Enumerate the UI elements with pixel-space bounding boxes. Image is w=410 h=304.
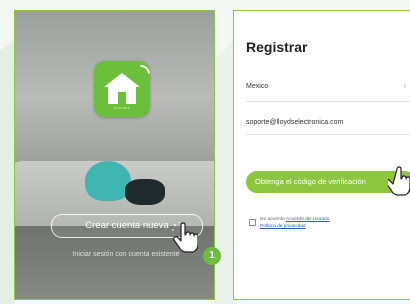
divider [246, 134, 410, 135]
agreement-checkbox[interactable] [249, 219, 256, 226]
app-brand-label: LLOYD'S [114, 106, 130, 110]
tap-hand-icon [388, 166, 410, 196]
background-photo-pet [125, 179, 165, 205]
chevron-right-icon: › [403, 83, 406, 90]
country-selector[interactable]: Mexico › [246, 83, 406, 97]
divider [246, 101, 410, 102]
country-value: Mexico [246, 83, 269, 90]
page-title: Registrar [246, 39, 308, 55]
house-icon [104, 73, 140, 87]
app-logo-icon: LLOYD'S [94, 61, 154, 117]
email-field[interactable]: soporte@lloydselectronica.com [246, 119, 343, 126]
agreement-prefix: De acuerdo [260, 217, 285, 222]
privacy-policy-link[interactable]: Política de privacidad [260, 224, 306, 229]
step-number-badge: 1 [203, 247, 221, 265]
get-verification-code-button[interactable]: Obtenga el código de verificación [246, 171, 410, 193]
user-agreement-link[interactable]: Acuerdo del Usuario [286, 217, 329, 222]
register-screen: Registrar Mexico › soporte@lloydselectro… [233, 10, 410, 300]
tap-hand-icon [172, 222, 198, 253]
welcome-screen: LLOYD'S Crear cuenta nueva Iniciar sesió… [14, 10, 215, 300]
